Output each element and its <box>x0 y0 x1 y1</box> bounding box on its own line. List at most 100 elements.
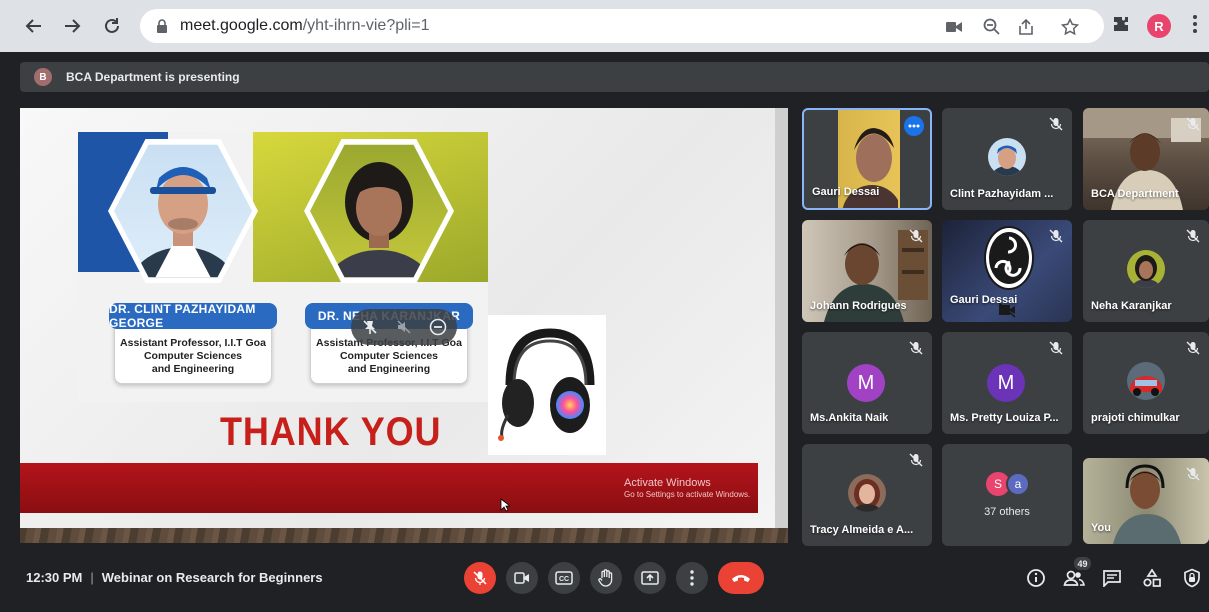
meeting-title: Webinar on Research for Beginners <box>101 570 323 585</box>
participant-tile-clint[interactable]: Clint Pazhayidam ... <box>942 108 1072 210</box>
participant-tile-others[interactable]: S a 37 others <box>942 444 1072 546</box>
participant-tile-tracy-almeida[interactable]: Tracy Almeida e A... <box>802 444 932 546</box>
mouse-cursor-icon <box>500 498 510 512</box>
presenting-text: BCA Department is presenting <box>66 70 240 84</box>
participant-avatar <box>1127 250 1165 288</box>
participant-name: Tracy Almeida e A... <box>810 524 914 536</box>
mic-off-icon <box>1186 117 1200 131</box>
participant-tile-gauri-dessai[interactable]: Gauri Dessai <box>802 108 932 210</box>
activities-button[interactable] <box>1140 566 1164 590</box>
participant-tile-pretty-louiza[interactable]: M Ms. Pretty Louiza P... <box>942 332 1072 434</box>
participant-name: BCA Department <box>1091 188 1179 200</box>
activities-shapes-icon <box>1143 568 1161 587</box>
participant-name: Gauri Dessai <box>950 294 1018 306</box>
participant-avatar <box>988 138 1026 176</box>
thank-you-text: THANK YOU <box>220 410 442 454</box>
svg-text:CC: CC <box>559 576 569 583</box>
people-button[interactable] <box>1062 566 1086 590</box>
participant-tile-gauri-dessai-obs[interactable]: Gauri Dessai <box>942 220 1072 322</box>
presenting-banner: B BCA Department is presenting <box>20 62 1209 92</box>
host-controls-button[interactable] <box>1180 566 1204 590</box>
speaker1-name: DR. CLINT PAZHAYIDAM GEORGE <box>109 302 277 330</box>
camera-toggle-button[interactable] <box>506 562 538 594</box>
presentation-slide: DR. CLINT PAZHAYIDAM GEORGE Assistant Pr… <box>20 108 775 528</box>
presentation-stage[interactable]: DR. CLINT PAZHAYIDAM GEORGE Assistant Pr… <box>20 108 788 543</box>
mic-off-icon <box>909 229 923 243</box>
speaker1-desc: Assistant Professor, I.I.T Goa Computer … <box>120 337 266 375</box>
participant-name: You <box>1091 522 1111 534</box>
url-text: meet.google.com/yht-ihrn-vie?pli=1 <box>180 17 430 34</box>
others-count: 37 others <box>984 506 1030 518</box>
lock-icon[interactable] <box>156 19 168 38</box>
participant-avatar: M <box>987 364 1025 402</box>
profile-avatar[interactable]: R <box>1147 14 1171 38</box>
vertical-dots-icon <box>690 570 694 586</box>
people-icon <box>1063 570 1085 586</box>
raise-hand-button[interactable] <box>590 562 622 594</box>
participant-tile-bca-department[interactable]: BCA Department <box>1083 108 1209 210</box>
extensions-puzzle-icon[interactable] <box>1111 14 1131 39</box>
participant-name: Gauri Dessai <box>812 186 880 198</box>
leave-call-button[interactable] <box>718 562 764 594</box>
clock-time: 12:30 PM <box>26 570 83 585</box>
video-camera-icon <box>514 572 529 584</box>
participant-avatar: M <box>847 364 885 402</box>
chat-button[interactable] <box>1100 566 1124 590</box>
address-bar[interactable]: meet.google.com/yht-ihrn-vie?pli=1 <box>140 9 1104 43</box>
participant-name: Neha Karanjkar <box>1091 300 1172 312</box>
mic-off-icon <box>1186 229 1200 243</box>
info-icon <box>1027 569 1045 587</box>
zoom-out-icon[interactable] <box>982 17 1002 37</box>
present-screen-icon <box>641 571 659 585</box>
mic-toggle-button[interactable] <box>464 562 496 594</box>
participant-name: Ms.Ankita Naik <box>810 412 889 424</box>
participant-avatar <box>848 474 886 512</box>
headset-image <box>488 315 606 455</box>
browser-toolbar: meet.google.com/yht-ihrn-vie?pli=1 R <box>0 0 1209 52</box>
participant-avatar <box>1127 362 1165 400</box>
presenter-avatar: B <box>34 68 52 86</box>
chat-icon <box>1103 570 1121 587</box>
closed-captions-icon: CC <box>555 571 573 585</box>
forward-arrow-icon[interactable] <box>58 12 86 40</box>
participant-tile-prajoti-chimulkar[interactable]: prajoti chimulkar <box>1083 332 1209 434</box>
speaker1-card: DR. CLINT PAZHAYIDAM GEORGE Assistant Pr… <box>109 302 277 384</box>
mic-off-icon <box>1049 229 1063 243</box>
mute-for-me-icon[interactable] <box>395 318 413 336</box>
tile-hover-controls <box>351 309 457 345</box>
reload-icon[interactable] <box>98 12 126 40</box>
speakers-panel: DR. CLINT PAZHAYIDAM GEORGE Assistant Pr… <box>78 132 488 402</box>
back-arrow-icon[interactable] <box>20 12 48 40</box>
mic-off-icon <box>1049 341 1063 355</box>
more-options-button[interactable] <box>676 562 708 594</box>
mic-off-icon <box>1186 467 1200 481</box>
present-now-button[interactable] <box>634 562 666 594</box>
shield-lock-icon <box>1184 568 1200 588</box>
other-avatar: a <box>1006 472 1030 496</box>
share-icon[interactable] <box>1016 17 1036 37</box>
mic-off-icon <box>1049 117 1063 131</box>
participant-name: Ms. Pretty Louiza P... <box>950 412 1059 424</box>
participant-tile-you[interactable]: You <box>1083 458 1209 544</box>
unpin-icon[interactable] <box>361 318 379 336</box>
windows-watermark: Activate Windows Go to Settings to activ… <box>624 477 751 499</box>
mic-off-icon <box>1186 341 1200 355</box>
browser-menu-icon[interactable] <box>1192 14 1198 39</box>
more-options-icon[interactable] <box>904 116 924 136</box>
end-call-icon <box>732 575 750 582</box>
meeting-info: 12:30 PM | Webinar on Research for Beginne… <box>26 570 323 585</box>
mic-off-icon <box>909 453 923 467</box>
participant-tile-neha-karanjkar[interactable]: Neha Karanjkar <box>1083 220 1209 322</box>
remove-icon[interactable] <box>429 318 447 336</box>
participant-tile-johann-rodrigues[interactable]: Johann Rodrigues <box>802 220 932 322</box>
obs-logo-icon <box>984 226 1034 290</box>
hand-icon <box>598 569 613 587</box>
participant-tile-ankita-naik[interactable]: M Ms.Ankita Naik <box>802 332 932 434</box>
participant-name: Clint Pazhayidam ... <box>950 188 1054 200</box>
captions-button[interactable]: CC <box>548 562 580 594</box>
meeting-details-button[interactable] <box>1024 566 1048 590</box>
participant-name: prajoti chimulkar <box>1091 412 1180 424</box>
camera-icon[interactable] <box>944 17 964 37</box>
slide-edge <box>775 108 788 528</box>
bookmark-star-icon[interactable] <box>1060 17 1080 37</box>
